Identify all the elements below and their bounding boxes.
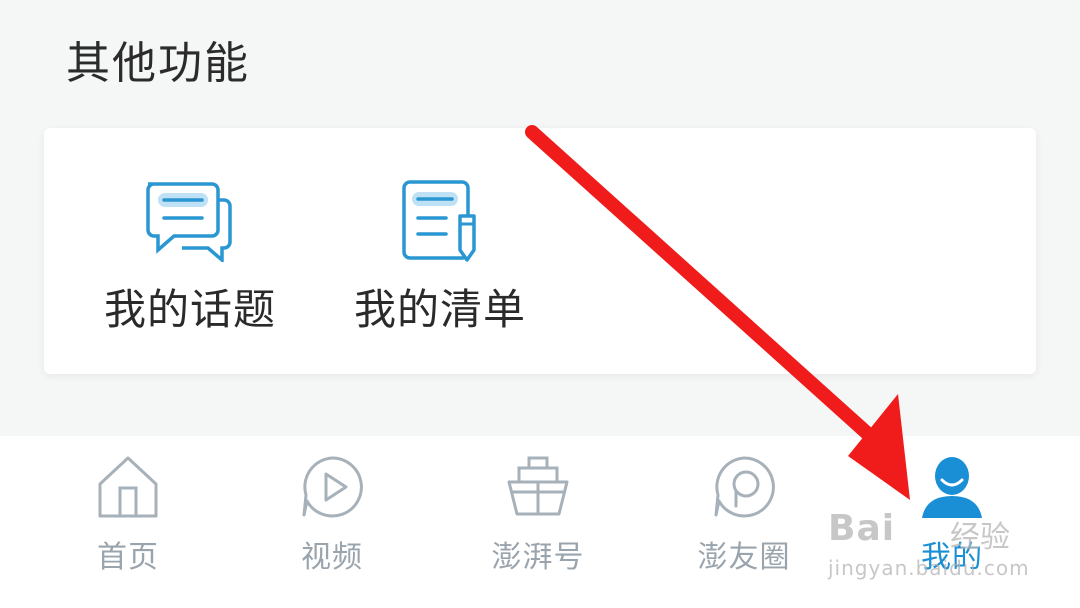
tab-pengpai-hao[interactable]: 澎湃号 bbox=[438, 436, 638, 608]
ship-icon bbox=[503, 454, 573, 524]
play-circle-icon bbox=[300, 454, 364, 524]
user-icon bbox=[920, 454, 984, 524]
tab-home-label: 首页 bbox=[97, 540, 159, 575]
my-lists-item[interactable]: 我的清单 bbox=[330, 128, 550, 374]
tab-pengyou-quan-label: 澎友圈 bbox=[697, 540, 791, 575]
tab-mine[interactable]: 我的 bbox=[852, 436, 1052, 608]
tab-pengyou-quan[interactable]: 澎友圈 bbox=[644, 436, 844, 608]
features-card: 我的话题 我的清单 bbox=[44, 128, 1036, 374]
document-pencil-icon bbox=[398, 178, 482, 268]
tab-home[interactable]: 首页 bbox=[28, 436, 228, 608]
my-lists-label: 我的清单 bbox=[353, 285, 526, 334]
home-icon bbox=[96, 454, 160, 524]
circle-chat-icon bbox=[712, 454, 776, 524]
tab-mine-label: 我的 bbox=[921, 540, 983, 575]
tab-pengpai-hao-label: 澎湃号 bbox=[491, 540, 585, 575]
bottom-tab-bar: 首页 视频 澎湃号 澎友圈 我的 bbox=[0, 436, 1080, 608]
my-topics-label: 我的话题 bbox=[103, 285, 276, 334]
tab-video-label: 视频 bbox=[301, 540, 363, 575]
my-topics-item[interactable]: 我的话题 bbox=[80, 128, 300, 374]
section-title: 其他功能 bbox=[66, 38, 250, 89]
chat-bubbles-icon bbox=[142, 178, 238, 266]
tab-video[interactable]: 视频 bbox=[232, 436, 432, 608]
